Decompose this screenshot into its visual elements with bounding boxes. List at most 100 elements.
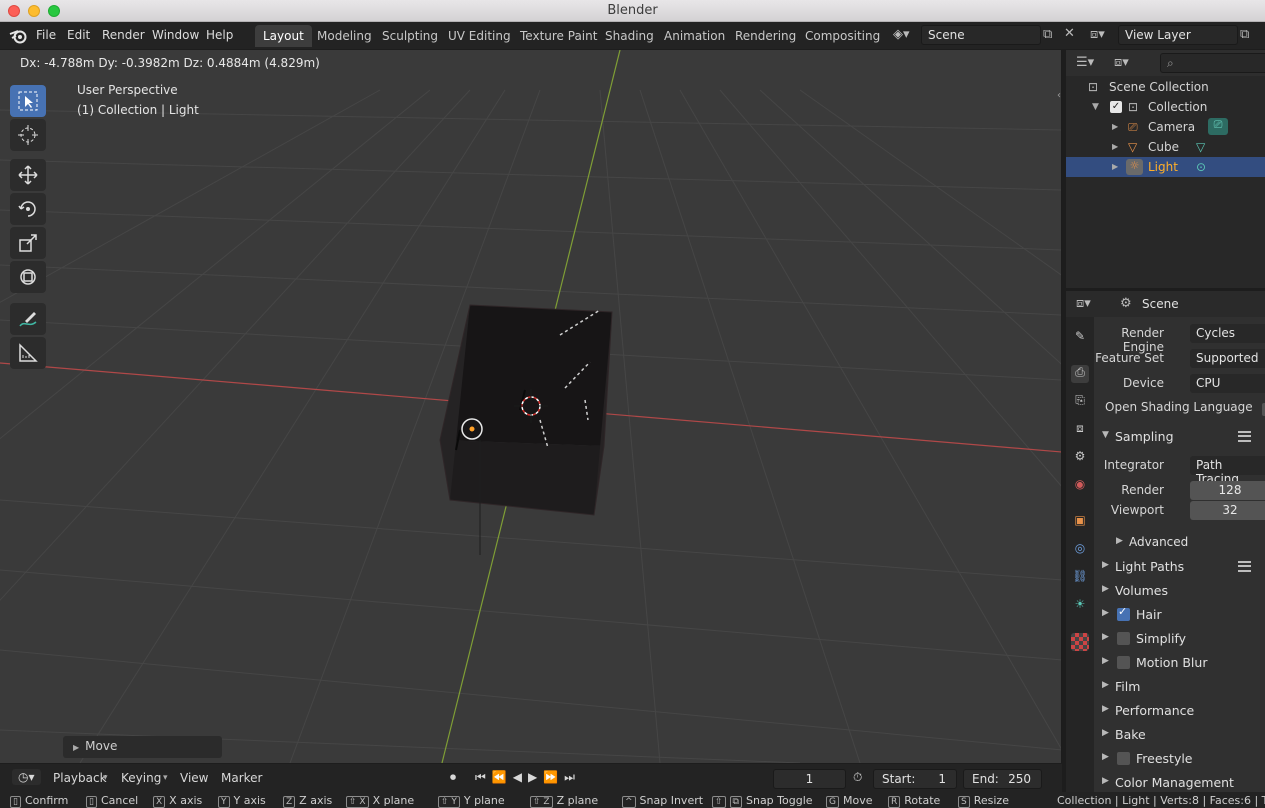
camera-expand-icon[interactable]: ▶ — [1112, 122, 1118, 131]
texture-tab-icon[interactable] — [1071, 633, 1089, 651]
start-frame-field[interactable]: Start: 1 — [873, 769, 957, 789]
world-tab-icon[interactable]: ◉ — [1071, 477, 1089, 495]
cursor-tool[interactable] — [10, 119, 46, 151]
collection-expand-icon[interactable]: ▼ — [1092, 102, 1099, 112]
integrator-dropdown[interactable]: Path Tracing — [1190, 456, 1265, 486]
menu-edit[interactable]: Edit — [67, 28, 90, 42]
sidebar-toggle-icon[interactable]: ‹ — [1057, 90, 1061, 101]
cube-object[interactable] — [439, 304, 613, 516]
tab-compositing[interactable]: Compositing — [797, 25, 888, 47]
transform-tool[interactable] — [10, 261, 46, 293]
viewport-samples-field[interactable]: 32 — [1190, 501, 1265, 520]
feature-set-dropdown[interactable]: Supported — [1190, 349, 1265, 368]
measure-tool[interactable] — [10, 337, 46, 369]
outliner-item-scene-collection[interactable]: ⊡ Scene Collection — [1066, 77, 1265, 97]
new-scene-icon[interactable]: ⧉ — [1043, 27, 1052, 42]
menu-render[interactable]: Render — [102, 28, 145, 42]
light-data-tab-icon[interactable]: ☀ — [1071, 597, 1089, 615]
bake-panel-header[interactable]: ▶ Bake — [1094, 724, 1265, 746]
tab-modeling[interactable]: Modeling — [309, 25, 380, 47]
freestyle-checkbox[interactable] — [1117, 752, 1130, 765]
tab-layout[interactable]: Layout — [255, 25, 312, 47]
remove-scene-icon[interactable]: ✕ — [1064, 26, 1075, 41]
move-tool[interactable] — [10, 159, 46, 191]
viewport-samples-label: Viewport — [1110, 503, 1164, 517]
volumes-panel-header[interactable]: ▶ Volumes — [1094, 580, 1265, 602]
hair-checkbox[interactable] — [1117, 605, 1130, 621]
sampling-presets-icon[interactable] — [1238, 431, 1251, 442]
advanced-subpanel-header[interactable]: ▶ Advanced — [1094, 532, 1265, 554]
tab-rendering[interactable]: Rendering — [727, 25, 804, 47]
light-expand-icon[interactable]: ▶ — [1112, 162, 1118, 171]
blender-logo-icon[interactable] — [9, 27, 27, 44]
motion-blur-panel-header[interactable]: ▶ Motion Blur — [1094, 652, 1265, 674]
end-frame-field[interactable]: End: 250 — [963, 769, 1042, 789]
film-panel-header[interactable]: ▶ Film — [1094, 676, 1265, 698]
light-paths-panel-header[interactable]: ▶ Light Paths — [1094, 556, 1265, 578]
outliner-item-collection[interactable]: ▼ ✓ ⊡ Collection — [1066, 97, 1265, 117]
scene-name-field[interactable]: Scene — [921, 25, 1041, 45]
light-data-icon[interactable]: ⊙ — [1196, 160, 1206, 174]
view-layer-tab-icon[interactable]: ⧈ — [1071, 421, 1089, 439]
physics-tab-icon[interactable]: ◎ — [1071, 541, 1089, 559]
hint-move: G Move — [826, 794, 872, 808]
new-view-layer-icon[interactable]: ⧉ — [1240, 27, 1249, 42]
annotate-tool[interactable] — [10, 303, 46, 335]
object-tab-icon[interactable]: ▣ — [1071, 513, 1089, 531]
outliner-editor-type-icon[interactable]: ☰▾ — [1076, 55, 1094, 70]
view-menu[interactable]: View — [180, 771, 208, 785]
menu-window[interactable]: Window — [152, 28, 199, 42]
render-samples-field[interactable]: 128 — [1190, 481, 1265, 500]
constraints-tab-icon[interactable]: ⛓ — [1071, 569, 1089, 587]
outliner-item-camera[interactable]: ▶ ⎚ Camera ⎚ — [1066, 117, 1265, 137]
keying-menu[interactable]: Keying — [121, 771, 161, 785]
tab-sculpting[interactable]: Sculpting — [374, 25, 446, 47]
output-tab-icon[interactable]: ⎘ — [1071, 393, 1089, 411]
record-icon[interactable]: ⏺ — [450, 770, 456, 785]
scene-tab-icon[interactable]: ⚙ — [1071, 449, 1089, 467]
sampling-panel-header[interactable]: ▼ Sampling — [1094, 426, 1265, 448]
simplify-panel-header[interactable]: ▶ Simplify — [1094, 628, 1265, 650]
hair-panel-header[interactable]: ▶ Hair — [1094, 604, 1265, 626]
simplify-checkbox[interactable] — [1117, 632, 1130, 645]
3d-viewport[interactable]: Dx: -4.788m Dy: -0.3982m Dz: 0.4884m (4.… — [0, 50, 1062, 763]
tab-shading[interactable]: Shading — [597, 25, 662, 47]
osl-row[interactable]: Open Shading Language — [1094, 398, 1265, 420]
cube-expand-icon[interactable]: ▶ — [1112, 142, 1118, 151]
transport-controls[interactable]: ⏮⏪◀▶⏩⏭ — [475, 770, 581, 785]
outliner-item-light[interactable]: ▶ ☼ Light ⊙ — [1066, 157, 1265, 177]
properties-editor-type-icon[interactable]: ⧈▾ — [1076, 296, 1091, 311]
outliner-item-cube[interactable]: ▶ ▽ Cube ▽ — [1066, 137, 1265, 157]
color-management-panel-header[interactable]: ▶ Color Management — [1094, 772, 1265, 794]
motion-blur-checkbox[interactable] — [1117, 656, 1130, 669]
mesh-data-icon[interactable]: ▽ — [1196, 140, 1205, 154]
performance-panel-header[interactable]: ▶ Performance — [1094, 700, 1265, 722]
scene-selector-icon[interactable]: ◈▾ — [893, 27, 910, 42]
scale-tool[interactable] — [10, 227, 46, 259]
display-mode-icon[interactable]: ⧈▾ — [1114, 55, 1129, 70]
tab-uv-editing[interactable]: UV Editing — [440, 25, 519, 47]
marker-menu[interactable]: Marker — [221, 771, 262, 785]
playback-menu[interactable]: Playback — [53, 771, 107, 785]
collection-checkbox[interactable]: ✓ — [1110, 101, 1122, 113]
current-frame-field[interactable]: 1 — [773, 769, 846, 789]
rotate-tool[interactable] — [10, 193, 46, 225]
freestyle-panel-header[interactable]: ▶ Freestyle — [1094, 748, 1265, 770]
outliner-search-input[interactable]: ⌕ — [1160, 53, 1265, 73]
view-layer-selector-icon[interactable]: ⧈▾ — [1090, 27, 1105, 42]
menu-file[interactable]: File — [36, 28, 56, 42]
device-dropdown[interactable]: CPU — [1190, 374, 1265, 393]
stopwatch-icon[interactable]: ⏱ — [853, 770, 862, 785]
tab-animation[interactable]: Animation — [656, 25, 733, 47]
select-box-tool[interactable] — [10, 85, 46, 117]
camera-data-icon[interactable]: ⎚ — [1208, 118, 1228, 135]
light-paths-presets-icon[interactable] — [1238, 561, 1251, 572]
tab-texture-paint[interactable]: Texture Paint — [512, 25, 605, 47]
render-engine-dropdown[interactable]: Cycles — [1190, 324, 1265, 343]
last-operator-panel[interactable]: ▶ Move — [63, 736, 222, 758]
tool-tab-icon[interactable]: ✎ — [1071, 329, 1089, 347]
menu-help[interactable]: Help — [206, 28, 233, 42]
render-tab-icon[interactable]: ⎙ — [1071, 365, 1089, 383]
editor-type-icon[interactable]: ◷▾ — [12, 769, 41, 785]
view-layer-field[interactable]: View Layer — [1118, 25, 1238, 45]
